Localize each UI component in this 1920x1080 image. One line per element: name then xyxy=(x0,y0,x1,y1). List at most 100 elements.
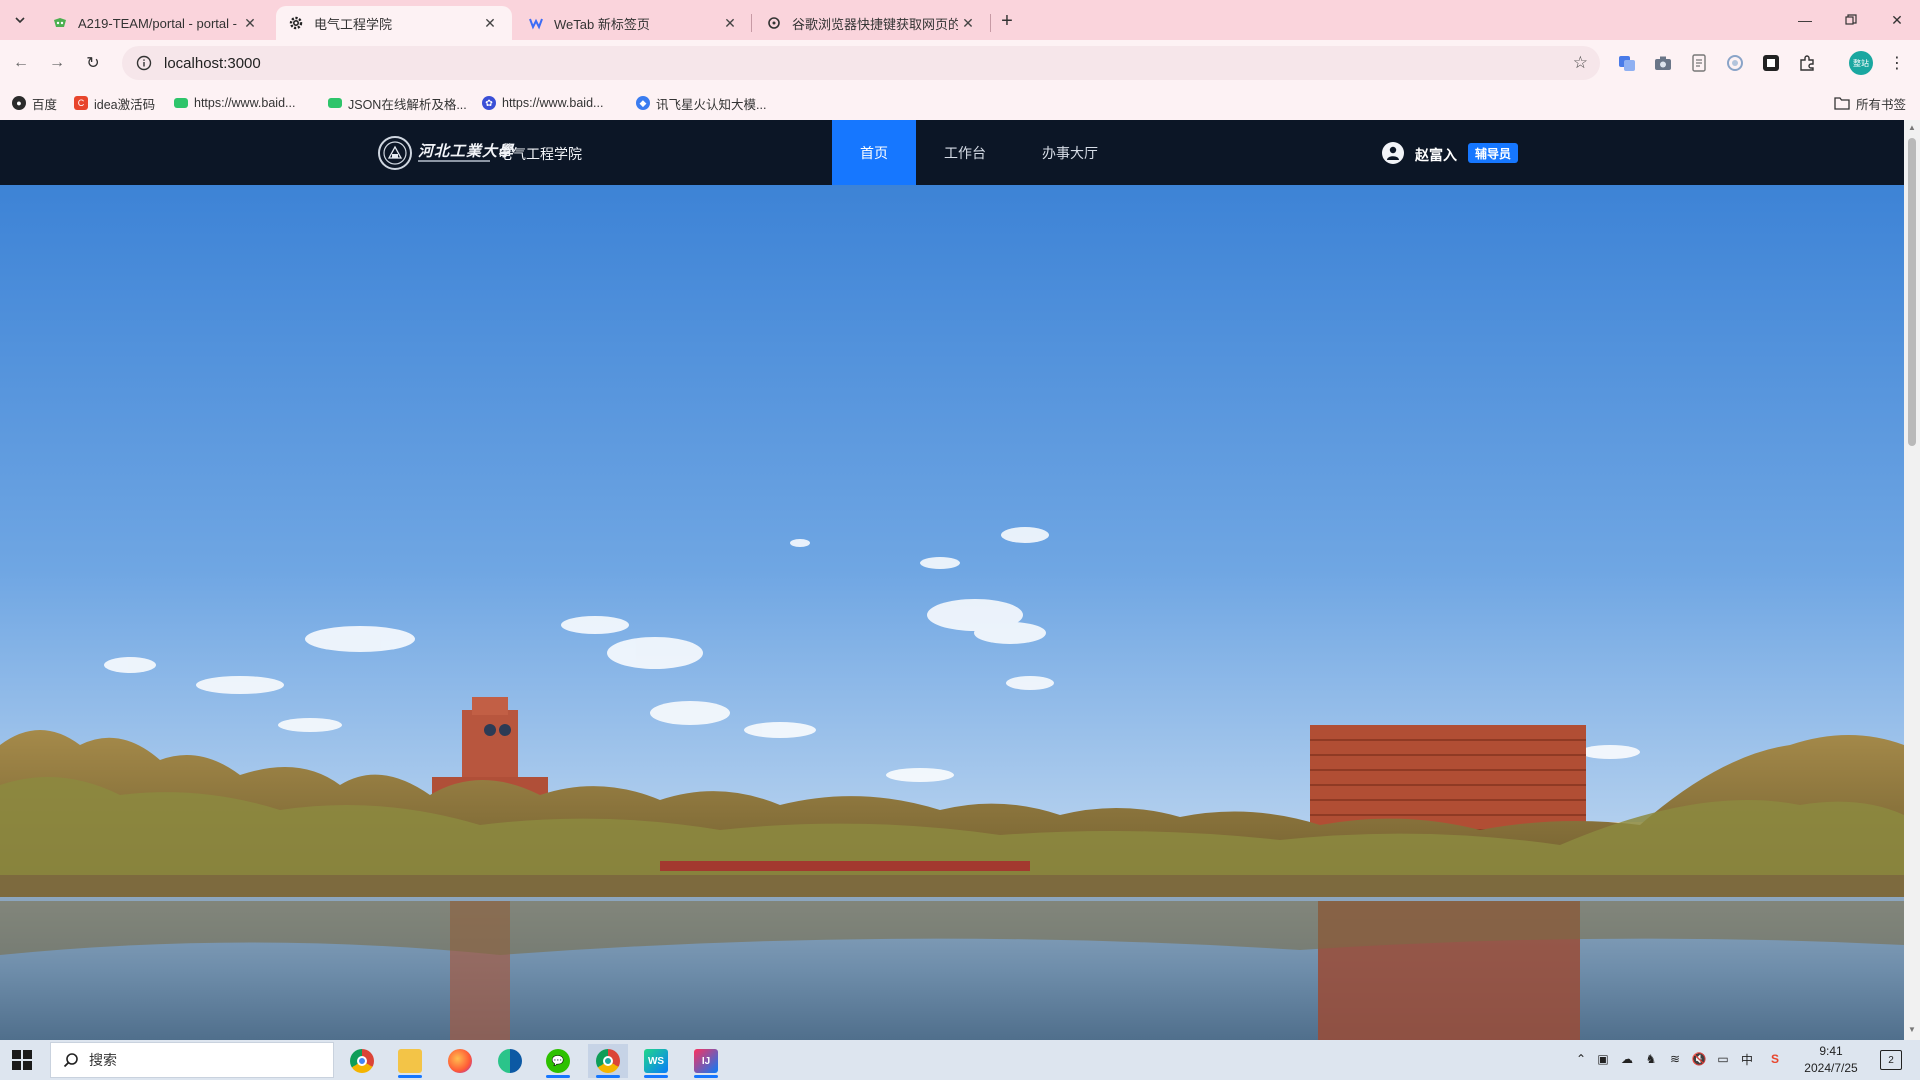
qq-icon[interactable]: ♞ xyxy=(1642,1050,1660,1068)
tray-overflow-icon[interactable]: ⌃ xyxy=(1572,1050,1590,1068)
chevron-down-icon xyxy=(15,17,25,24)
folder-icon xyxy=(398,1049,422,1073)
minimize-icon[interactable]: — xyxy=(1782,0,1828,40)
search-placeholder: 搜索 xyxy=(89,1052,117,1068)
windows-start-icon[interactable] xyxy=(12,1050,32,1070)
webstorm-icon: WS xyxy=(644,1049,668,1073)
logo-underline xyxy=(418,160,490,162)
nav-workbench[interactable]: 工作台 xyxy=(928,120,1002,185)
taskbar-chrome[interactable] xyxy=(342,1044,382,1078)
browser-toolbar: ← → ↻ localhost:3000 ☆ 整站 ⋮ xyxy=(0,40,1920,86)
site-header: 河北工業大學 电气工程学院 首页 工作台 办事大厅 赵富入 辅导员 xyxy=(0,120,1904,185)
onedrive-icon[interactable]: ☁ xyxy=(1618,1050,1636,1068)
input-method-icon[interactable]: 中 xyxy=(1738,1050,1756,1068)
tab-shortcuts[interactable]: 谷歌浏览器快捷键获取网页的所 ✕ xyxy=(754,6,990,40)
all-bookmarks-label: 所有书签 xyxy=(1856,97,1907,112)
taskbar-wechat[interactable]: 💬 xyxy=(538,1044,578,1078)
bookmark-label: 讯飞星火认知大模... xyxy=(656,97,767,112)
bookmark-item[interactable]: C idea激活码 xyxy=(74,94,155,112)
bookmark-label: 百度 xyxy=(32,97,58,112)
bookmark-item[interactable]: ◆ 讯飞星火认知大模... xyxy=(636,94,766,112)
sogou-icon[interactable]: S xyxy=(1766,1050,1784,1068)
tab-gitee[interactable]: A219-TEAM/portal - portal - ✕ xyxy=(40,6,272,40)
reader-icon[interactable] xyxy=(1688,52,1710,74)
bookmark-item[interactable]: ● 百度 xyxy=(12,94,57,112)
chrome-icon xyxy=(350,1049,374,1073)
back-icon[interactable]: ← xyxy=(8,50,34,76)
extension-badge-icon[interactable] xyxy=(1760,52,1782,74)
active-indicator xyxy=(546,1075,570,1078)
search-icon xyxy=(63,1053,78,1068)
user-name[interactable]: 赵富入 xyxy=(1415,145,1457,165)
bookmark-item[interactable]: JSON在线解析及格... xyxy=(328,94,467,112)
wechat-icon: 💬 xyxy=(546,1049,570,1073)
bookmark-label: idea激活码 xyxy=(94,97,156,112)
camera-icon[interactable] xyxy=(1652,52,1674,74)
site-info-icon[interactable] xyxy=(136,55,152,71)
tab-search-button[interactable] xyxy=(8,8,32,32)
all-bookmarks[interactable]: 所有书签 xyxy=(1834,94,1906,112)
close-icon[interactable]: ✕ xyxy=(720,13,740,33)
scroll-up-icon[interactable]: ▲ xyxy=(1908,124,1916,132)
bookmark-item[interactable]: https://www.baid... xyxy=(174,94,295,112)
translate-icon[interactable] xyxy=(1616,52,1638,74)
close-icon[interactable]: ✕ xyxy=(958,13,978,33)
active-indicator xyxy=(596,1075,620,1078)
taskbar-intellij[interactable]: IJ xyxy=(686,1044,726,1078)
close-icon[interactable]: ✕ xyxy=(480,13,500,33)
wifi-icon[interactable]: ≋ xyxy=(1666,1050,1684,1068)
idea-icon: C xyxy=(74,96,88,110)
scroll-down-icon[interactable]: ▼ xyxy=(1908,1026,1916,1034)
taskbar-file-explorer[interactable] xyxy=(390,1044,430,1078)
reload-icon[interactable]: ↻ xyxy=(80,50,106,76)
profile-avatar[interactable]: 整站 xyxy=(1849,51,1873,75)
gitee-icon xyxy=(52,15,68,31)
chrome-icon xyxy=(596,1049,620,1073)
battery-icon[interactable]: ▭ xyxy=(1714,1050,1732,1068)
tab-college[interactable]: 电气工程学院 ✕ xyxy=(276,6,512,40)
bookmark-label: https://www.baid... xyxy=(502,96,604,110)
campus-hero-image xyxy=(0,185,1904,1040)
restore-icon[interactable] xyxy=(1828,0,1874,40)
bookmark-star-icon[interactable]: ☆ xyxy=(1573,53,1588,73)
college-name: 电气工程学院 xyxy=(498,146,582,162)
url-text: localhost:3000 xyxy=(164,54,261,72)
system-clock[interactable]: 9:41 2024/7/25 xyxy=(1796,1043,1866,1077)
bookmark-label: JSON在线解析及格... xyxy=(348,97,467,112)
more-menu-icon[interactable]: ⋮ xyxy=(1886,52,1908,74)
taskbar-search[interactable]: 搜索 xyxy=(50,1042,334,1078)
bookmarks-bar: ● 百度 C idea激活码 https://www.baid... JSON在… xyxy=(0,86,1920,120)
close-window-icon[interactable]: ✕ xyxy=(1874,0,1920,40)
extensions-puzzle-icon[interactable] xyxy=(1796,52,1818,74)
notification-center-icon[interactable]: 2 xyxy=(1880,1050,1902,1070)
bookmark-label: https://www.baid... xyxy=(194,96,296,110)
tab-wetab[interactable]: WeTab 新标签页 ✕ xyxy=(516,6,752,40)
tab-strip: A219-TEAM/portal - portal - ✕ 电气工程学院 ✕ W… xyxy=(0,0,1920,40)
user-avatar[interactable] xyxy=(1382,142,1404,164)
scrollbar-thumb[interactable] xyxy=(1908,138,1916,446)
university-emblem-icon[interactable] xyxy=(378,136,412,170)
taskbar-chrome-profile[interactable] xyxy=(588,1044,628,1078)
forward-icon[interactable]: → xyxy=(44,50,70,76)
volume-muted-icon[interactable]: 🔇 xyxy=(1690,1050,1708,1068)
xinghuo-icon: ◆ xyxy=(636,96,650,110)
page-scrollbar[interactable]: ▲ ▼ xyxy=(1904,120,1920,1040)
tray-display-icon[interactable]: ▣ xyxy=(1594,1050,1612,1068)
nav-service-hall[interactable]: 办事大厅 xyxy=(1030,120,1110,185)
taskbar-webstorm[interactable]: WS xyxy=(636,1044,676,1078)
new-tab-button[interactable]: + xyxy=(994,8,1020,34)
taskbar-firefox[interactable] xyxy=(440,1044,480,1078)
taskbar-edge[interactable] xyxy=(490,1044,530,1078)
active-indicator xyxy=(644,1075,668,1078)
role-badge: 辅导员 xyxy=(1468,143,1519,163)
nav-home[interactable]: 首页 xyxy=(832,120,916,185)
tab-separator xyxy=(990,14,991,32)
wetab-icon xyxy=(528,15,544,31)
ai-extension-icon[interactable] xyxy=(1724,52,1746,74)
link-icon xyxy=(766,15,782,31)
address-bar[interactable]: localhost:3000 ☆ xyxy=(122,46,1600,80)
close-icon[interactable]: ✕ xyxy=(240,13,260,33)
tab-title: A219-TEAM/portal - portal - xyxy=(78,15,237,31)
clock-date: 2024/7/25 xyxy=(1804,1061,1858,1075)
bookmark-item[interactable]: ✿ https://www.baid... xyxy=(482,94,603,112)
